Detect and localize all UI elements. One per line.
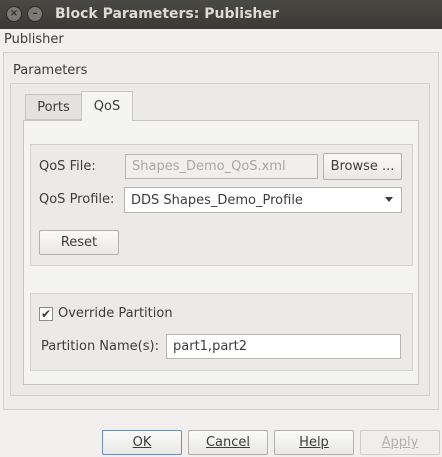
override-partition-checkbox[interactable]: ✔: [39, 307, 53, 321]
close-icon[interactable]: ×: [6, 6, 22, 22]
tab-ports[interactable]: Ports: [25, 94, 82, 120]
qos-file-input[interactable]: Shapes_Demo_QoS.xml: [125, 154, 318, 179]
partition-names-value: part1,part2: [173, 339, 247, 354]
override-partition-label[interactable]: Override Partition: [58, 306, 173, 321]
qos-profile-select[interactable]: DDS Shapes_Demo_Profile: [124, 187, 402, 213]
apply-button-label: Apply: [381, 435, 419, 450]
ok-button-label: OK: [132, 435, 152, 450]
cancel-button[interactable]: Cancel: [188, 430, 268, 455]
tab-qos[interactable]: QoS: [81, 91, 133, 121]
chevron-down-icon: [385, 197, 393, 202]
partition-group: [30, 293, 413, 371]
reset-button[interactable]: Reset: [39, 230, 119, 255]
qos-profile-label: QoS Profile:: [39, 192, 115, 207]
apply-button[interactable]: Apply: [360, 430, 440, 455]
qos-profile-value: DDS Shapes_Demo_Profile: [131, 192, 303, 208]
help-button[interactable]: Help: [274, 430, 354, 455]
title-bar: × – Block Parameters: Publisher: [0, 0, 442, 29]
group-title: Parameters: [13, 63, 88, 78]
check-icon: ✔: [40, 307, 52, 321]
partition-names-input[interactable]: part1,part2: [166, 334, 401, 359]
tab-qos-label: QoS: [93, 99, 121, 114]
qos-file-value: Shapes_Demo_QoS.xml: [132, 159, 286, 174]
minimize-icon[interactable]: –: [27, 6, 43, 22]
browse-button[interactable]: Browse ...: [323, 153, 402, 180]
qos-file-label: QoS File:: [39, 159, 96, 174]
tab-ports-label: Ports: [37, 99, 70, 115]
browse-button-label: Browse ...: [330, 159, 395, 174]
partition-names-label: Partition Name(s):: [41, 339, 159, 354]
ok-button[interactable]: OK: [102, 430, 182, 455]
reset-button-label: Reset: [60, 235, 98, 250]
help-button-label: Help: [299, 435, 329, 450]
cancel-button-label: Cancel: [205, 435, 251, 450]
window-title: Block Parameters: Publisher: [55, 6, 279, 22]
block-name: Publisher: [4, 32, 64, 47]
